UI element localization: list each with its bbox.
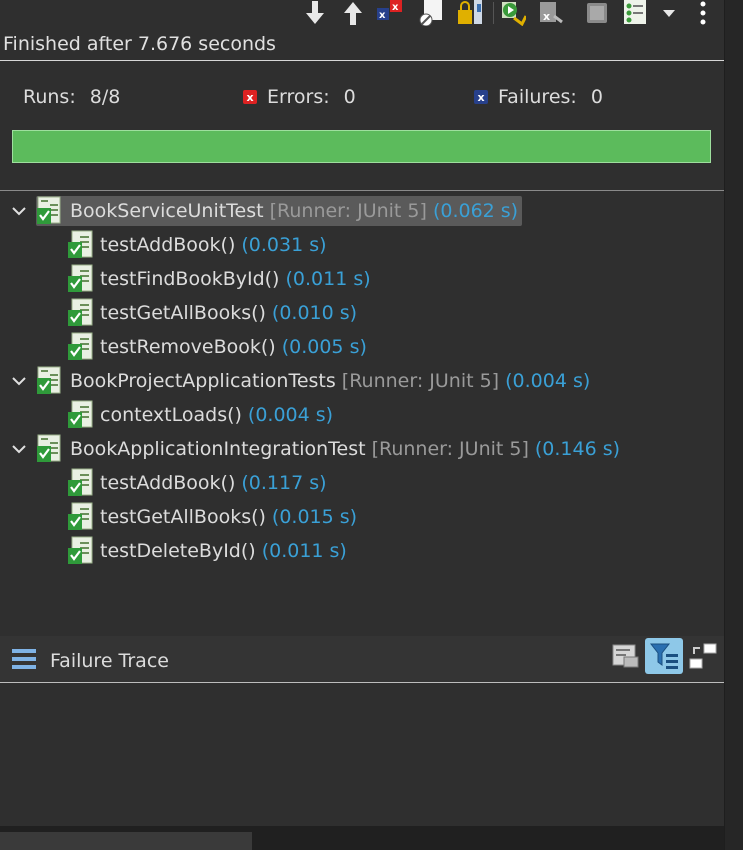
- test-case-row[interactable]: testGetAllBooks() (0.015 s): [66, 500, 357, 534]
- test-case-row[interactable]: contextLoads() (0.004 s): [66, 398, 333, 432]
- failure-trace-title: Failure Trace: [50, 650, 169, 672]
- divider: [0, 682, 724, 683]
- test-suite-passed-icon: [36, 196, 66, 226]
- divider: [0, 190, 724, 191]
- test-time: (0.010 s): [271, 302, 358, 324]
- test-time: (0.015 s): [271, 506, 358, 528]
- filter-stack-trace-icon[interactable]: [645, 638, 683, 674]
- test-suite-passed-icon: [36, 366, 66, 396]
- runs-value: 8/8: [89, 86, 121, 108]
- runs-label: Runs:: [23, 86, 76, 108]
- test-time: (0.004 s): [247, 404, 334, 426]
- suite-runner: [Runner: JUnit 5]: [371, 438, 529, 460]
- layout-toggle-icon[interactable]: [684, 638, 722, 674]
- test-passed-icon: [66, 332, 96, 362]
- failures-label: Failures:: [498, 86, 577, 108]
- svg-text:x: x: [379, 10, 386, 21]
- test-name: contextLoads(): [100, 404, 242, 426]
- test-passed-icon: [66, 298, 96, 328]
- show-failures-only-icon[interactable]: xx: [376, 0, 402, 26]
- test-name: testRemoveBook(): [100, 336, 276, 358]
- rerun-failed-first-icon[interactable]: x: [538, 0, 564, 26]
- previous-failure-icon[interactable]: [340, 0, 366, 26]
- show-skipped-only-icon[interactable]: [418, 0, 444, 26]
- junit-view: xx x Finished after 7.676 seconds Runs: …: [0, 0, 724, 850]
- chevron-down-icon[interactable]: [10, 440, 28, 458]
- test-case-row[interactable]: testFindBookById() (0.011 s): [66, 262, 371, 296]
- test-passed-icon: [66, 502, 96, 532]
- progress-fill: [13, 131, 710, 162]
- test-name: testAddBook(): [100, 234, 236, 256]
- suite-label-group: BookApplicationIntegrationTest [Runner: J…: [36, 434, 620, 464]
- rerun-test-icon[interactable]: [500, 0, 526, 26]
- errors-value: 0: [343, 86, 356, 108]
- test-name: testGetAllBooks(): [100, 506, 266, 528]
- suite-time: (0.062 s): [432, 200, 519, 222]
- test-passed-icon: [66, 264, 96, 294]
- test-passed-icon: [66, 230, 96, 260]
- bottom-panel-tab[interactable]: [0, 832, 252, 850]
- test-case-row[interactable]: testAddBook() (0.117 s): [66, 466, 327, 500]
- errors-label: Errors:: [267, 86, 330, 108]
- panel-edge: [724, 0, 743, 850]
- test-time: (0.031 s): [241, 234, 327, 256]
- test-time: (0.011 s): [261, 540, 347, 562]
- test-name: testAddBook(): [100, 472, 236, 494]
- stop-icon[interactable]: [584, 0, 610, 26]
- progress-bar: [12, 130, 711, 163]
- history-dropdown-icon[interactable]: [656, 0, 682, 26]
- suite-label-group: BookServiceUnitTest [Runner: JUnit 5] (0.0…: [36, 196, 523, 226]
- test-suite-passed-icon: [36, 434, 66, 464]
- test-name: testGetAllBooks(): [100, 302, 266, 324]
- test-passed-icon: [66, 468, 96, 498]
- test-case-row[interactable]: testRemoveBook() (0.005 s): [66, 330, 367, 364]
- test-time: (0.117 s): [241, 472, 327, 494]
- chevron-down-icon[interactable]: [10, 372, 28, 390]
- suite-name: BookProjectApplicationTests: [70, 370, 336, 392]
- test-time: (0.005 s): [281, 336, 367, 358]
- suite-runner: [Runner: JUnit 5]: [341, 370, 500, 392]
- test-case-row[interactable]: testAddBook() (0.031 s): [66, 228, 327, 262]
- stack-trace-icon: [12, 648, 36, 675]
- next-failure-icon[interactable]: [302, 0, 328, 26]
- suite-label-group: BookProjectApplicationTests [Runner: JUni…: [36, 366, 590, 396]
- view-menu-icon[interactable]: [690, 0, 716, 26]
- errors-counter: x Errors: 0: [243, 86, 356, 108]
- toolbar-separator: [493, 2, 494, 24]
- failure-icon: x: [474, 90, 488, 104]
- svg-text:x: x: [543, 10, 550, 23]
- test-time: (0.011 s): [285, 268, 371, 290]
- test-case-row[interactable]: testGetAllBooks() (0.010 s): [66, 296, 357, 330]
- suite-time: (0.004 s): [505, 370, 591, 392]
- test-suite-row[interactable]: BookApplicationIntegrationTest [Runner: J…: [10, 432, 620, 466]
- compare-results-icon[interactable]: [607, 638, 645, 674]
- failures-counter: x Failures: 0: [474, 86, 603, 108]
- svg-text:x: x: [392, 2, 399, 13]
- status-message: Finished after 7.676 seconds: [3, 33, 276, 55]
- failures-value: 0: [590, 86, 603, 108]
- suite-name: BookApplicationIntegrationTest: [70, 438, 366, 460]
- test-suite-row[interactable]: BookServiceUnitTest [Runner: JUnit 5] (0.0…: [10, 194, 523, 228]
- divider: [0, 60, 724, 61]
- test-case-row[interactable]: testDeleteById() (0.011 s): [66, 534, 347, 568]
- test-suite-row[interactable]: BookProjectApplicationTests [Runner: JUni…: [10, 364, 590, 398]
- scroll-lock-icon[interactable]: [456, 0, 482, 26]
- junit-toolbar: xx x: [300, 0, 720, 28]
- test-passed-icon: [66, 536, 96, 566]
- suite-name: BookServiceUnitTest: [70, 200, 264, 222]
- runs-counter: Runs: 8/8: [23, 86, 120, 108]
- test-name: testDeleteById(): [100, 540, 256, 562]
- test-name: testFindBookById(): [100, 268, 280, 290]
- suite-runner: [Runner: JUnit 5]: [269, 200, 427, 222]
- suite-time: (0.146 s): [534, 438, 621, 460]
- test-passed-icon: [66, 400, 96, 430]
- test-run-history-icon[interactable]: [622, 0, 648, 26]
- error-icon: x: [243, 90, 257, 104]
- chevron-down-icon[interactable]: [10, 202, 28, 220]
